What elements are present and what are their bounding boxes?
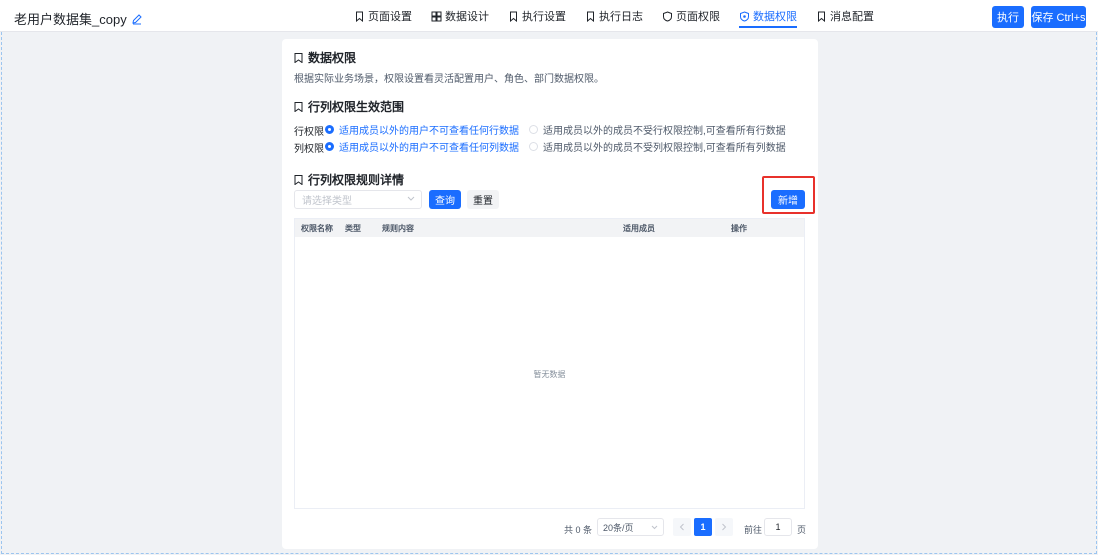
data-permission-description: 根据实际业务场景，权限设置看灵活配置用户、角色、部门数据权限。 bbox=[294, 74, 604, 85]
grid-icon bbox=[431, 11, 442, 21]
tab-page-permission[interactable]: 页面权限 bbox=[662, 0, 720, 32]
bookmark-icon bbox=[294, 52, 303, 63]
bookmark-icon bbox=[510, 11, 517, 22]
tab-data-design[interactable]: 数据设计 bbox=[431, 0, 489, 32]
tab-message-config[interactable]: 消息配置 bbox=[816, 0, 874, 32]
empty-state-text: 暂无数据 bbox=[533, 370, 566, 379]
type-select[interactable]: 请选择类型 bbox=[294, 190, 422, 209]
chevron-left-icon bbox=[679, 523, 684, 531]
tab-exec-settings[interactable]: 执行设置 bbox=[508, 0, 566, 32]
tab-label: 页面设置 bbox=[368, 11, 412, 23]
save-button[interactable]: 保存 Ctrl+s bbox=[1031, 6, 1086, 28]
page-size-select[interactable]: 20条/页 bbox=[597, 518, 664, 536]
query-button[interactable]: 查询 bbox=[429, 190, 461, 209]
row-permission-label: 行权限 bbox=[294, 127, 324, 138]
radio-unchecked-icon bbox=[529, 142, 538, 151]
section-title-text: 行列权限生效范围 bbox=[308, 100, 405, 114]
bookmark-icon bbox=[587, 11, 594, 22]
column-header: 权限名称 bbox=[301, 224, 333, 233]
section-title-text: 行列权限规则详情 bbox=[308, 173, 405, 187]
bookmark-icon bbox=[818, 11, 825, 22]
radio-label: 适用成员以外的用户不可查看任何行数据 bbox=[339, 126, 519, 137]
row-permission-option-open[interactable]: 适用成员以外的成员不受行权限控制,可查看所有行数据 bbox=[529, 122, 786, 137]
prev-page-button[interactable] bbox=[673, 518, 691, 536]
run-button[interactable]: 执行 bbox=[992, 6, 1024, 28]
row-permission-option-restrict[interactable]: 适用成员以外的用户不可查看任何行数据 bbox=[325, 122, 519, 137]
tab-label: 执行日志 bbox=[599, 11, 643, 23]
column-permission-option-open[interactable]: 适用成员以外的成员不受列权限控制,可查看所有列数据 bbox=[529, 139, 786, 154]
add-button[interactable]: 新增 bbox=[771, 190, 805, 209]
column-header: 操作 bbox=[731, 224, 747, 233]
tab-exec-log[interactable]: 执行日志 bbox=[585, 0, 643, 32]
section-title-text: 数据权限 bbox=[308, 51, 357, 65]
tab-label: 页面权限 bbox=[676, 11, 720, 23]
column-header: 类型 bbox=[345, 224, 361, 233]
reset-button[interactable]: 重置 bbox=[467, 190, 499, 209]
goto-page-input[interactable] bbox=[764, 518, 792, 536]
page-size-value: 20条/页 bbox=[603, 522, 634, 533]
radio-label: 适用成员以外的成员不受列权限控制,可查看所有列数据 bbox=[543, 143, 786, 154]
tab-label: 数据权限 bbox=[753, 11, 797, 23]
scope-heading: 行列权限生效范围 bbox=[294, 98, 404, 115]
bookmark-icon bbox=[356, 11, 363, 22]
shield-icon bbox=[740, 10, 749, 22]
table-header: 权限名称 类型 规则内容 适用成员 操作 bbox=[295, 219, 804, 237]
radio-unchecked-icon bbox=[529, 125, 538, 134]
column-permission-label: 列权限 bbox=[294, 144, 324, 155]
edit-icon[interactable] bbox=[131, 13, 143, 25]
radio-label: 适用成员以外的用户不可查看任何列数据 bbox=[339, 143, 519, 154]
tab-page-settings[interactable]: 页面设置 bbox=[354, 0, 412, 32]
column-header: 规则内容 bbox=[382, 224, 414, 233]
bookmark-icon bbox=[294, 174, 303, 185]
rules-heading: 行列权限规则详情 bbox=[294, 171, 404, 188]
top-nav: 页面设置 数据设计 执行设置 执行日志 页面权限 数据权限 消息配置 bbox=[354, 0, 893, 32]
select-placeholder: 请选择类型 bbox=[302, 196, 352, 207]
goto-label: 前往 bbox=[744, 525, 763, 535]
chevron-down-icon bbox=[407, 196, 415, 201]
total-count: 共 0 条 bbox=[564, 525, 593, 535]
chevron-right-icon bbox=[722, 523, 727, 531]
top-header: 老用户数据集_copy 页面设置 数据设计 执行设置 执行日志 页面权限 数据权… bbox=[0, 0, 1098, 32]
tab-label: 执行设置 bbox=[522, 11, 566, 23]
permission-card: 数据权限 根据实际业务场景，权限设置看灵活配置用户、角色、部门数据权限。 行列权… bbox=[282, 39, 818, 549]
chevron-down-icon bbox=[651, 525, 658, 530]
dataset-title-text: 老用户数据集_copy bbox=[14, 12, 127, 27]
column-permission-option-restrict[interactable]: 适用成员以外的用户不可查看任何列数据 bbox=[325, 139, 519, 154]
page-number-current[interactable]: 1 bbox=[694, 518, 712, 536]
goto-unit: 页 bbox=[797, 525, 807, 535]
data-permission-heading: 数据权限 bbox=[294, 49, 356, 66]
radio-label: 适用成员以外的成员不受行权限控制,可查看所有行数据 bbox=[543, 126, 786, 137]
dataset-title: 老用户数据集_copy bbox=[14, 9, 143, 28]
shield-icon bbox=[663, 10, 672, 22]
column-header: 适用成员 bbox=[623, 224, 655, 233]
rules-table: 权限名称 类型 规则内容 适用成员 操作 暂无数据 bbox=[294, 218, 805, 509]
next-page-button[interactable] bbox=[715, 518, 733, 536]
tab-data-permission[interactable]: 数据权限 bbox=[739, 0, 797, 32]
bookmark-icon bbox=[294, 101, 303, 112]
radio-checked-icon bbox=[325, 125, 334, 134]
tab-label: 数据设计 bbox=[445, 11, 489, 23]
tab-label: 消息配置 bbox=[830, 11, 874, 23]
radio-checked-icon bbox=[325, 142, 334, 151]
